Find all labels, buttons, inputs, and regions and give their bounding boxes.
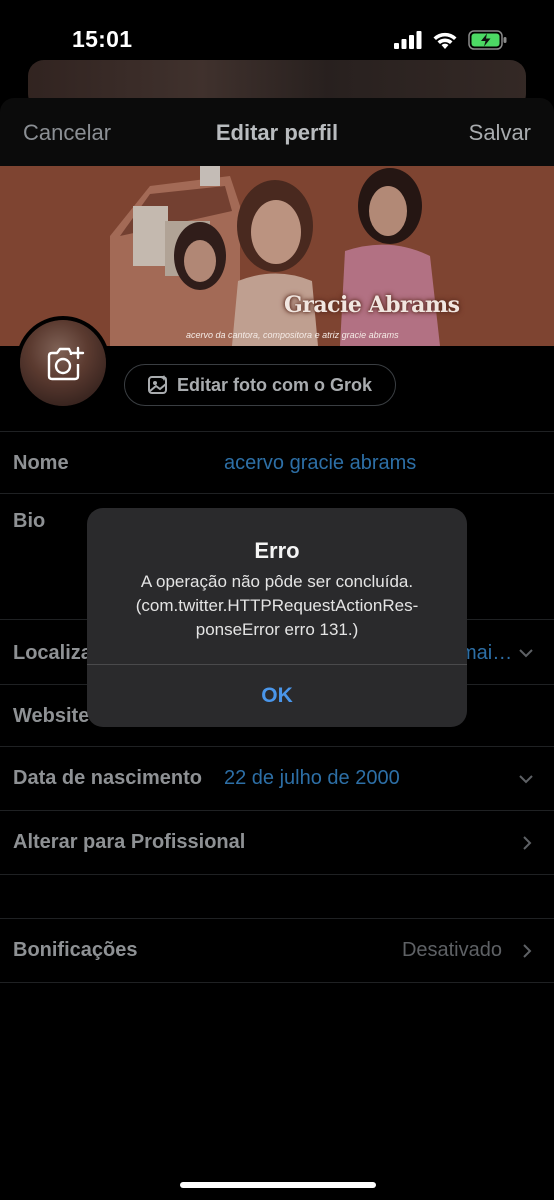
edit-photo-with-grok-button[interactable]: Editar foto com o Grok [124,364,396,406]
cellular-signal-icon [394,31,422,49]
name-field-row[interactable]: Nome acervo gracie abrams [0,431,554,493]
birthdate-field-value[interactable]: 22 de julho de 2000 [224,767,400,790]
chevron-down-icon [519,649,533,658]
website-field-label: Website [13,705,90,727]
dialog-title: Erro [254,538,300,563]
error-alert-dialog: Erro A operação não pôde ser concluída. … [87,508,467,727]
switch-to-professional-label: Alterar para Profissional [13,831,246,853]
banner-tagline-text: acervo da cantora, compositora e atriz g… [186,330,399,340]
name-field-value[interactable]: acervo gracie abrams [224,452,416,475]
status-time: 15:01 [72,26,133,52]
header-banner-image[interactable]: Gracie Abrams acervo da cantora, composi… [0,166,554,346]
banner-title-text: Gracie Abrams [284,292,460,318]
image-edit-icon [148,375,167,394]
avatar-container[interactable] [16,316,110,410]
bio-field-label: Bio [13,510,46,532]
navigation-bar: Cancelar Editar perfil Salvar [0,98,554,166]
location-field-value[interactable]: mai… [460,642,512,665]
avatar[interactable] [20,320,106,406]
tips-label: Bonificações [13,939,138,961]
chevron-down-icon [519,775,533,784]
save-button[interactable]: Salvar [469,120,531,146]
banner-dim-overlay [0,166,554,346]
home-indicator[interactable] [180,1182,376,1188]
name-field-label: Nome [13,452,69,474]
birthdate-field-label: Data de nascimento [13,767,202,789]
chevron-right-icon [523,836,532,850]
switch-to-professional-row[interactable]: Alterar para Profissional [0,810,554,874]
wifi-icon [433,32,457,49]
bottom-divider [0,982,554,983]
tips-status-value: Desativado [401,939,502,961]
dialog-message: A operação não pôde ser concluída. (com.… [135,572,419,639]
dialog-ok-button[interactable]: OK [87,665,467,727]
chevron-right-icon [523,944,532,958]
tips-row[interactable]: Bonificações Desativado [0,918,554,982]
birthdate-field-row[interactable]: Data de nascimento 22 de julho de 2000 [0,746,554,810]
status-icons [394,30,508,50]
location-field-label: Localiza [13,642,92,664]
add-photo-camera-icon [47,346,85,381]
section-spacer [0,874,554,918]
grok-button-label: Editar foto com o Grok [177,374,373,395]
battery-charging-icon [468,30,507,50]
